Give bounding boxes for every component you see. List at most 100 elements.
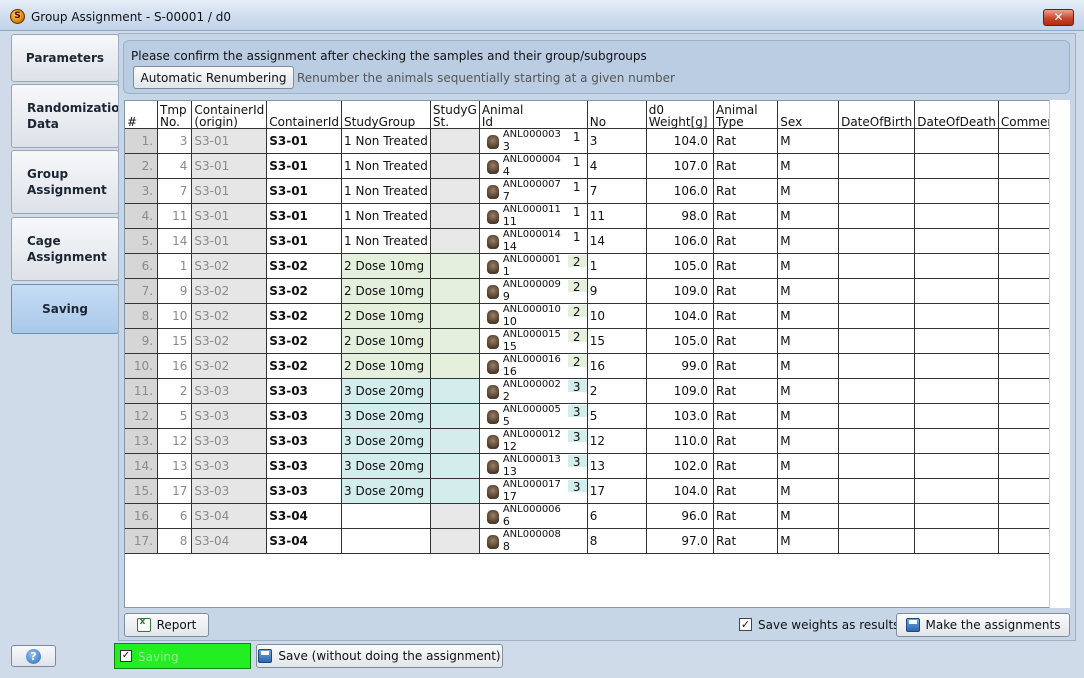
no-cell[interactable]: 13 bbox=[587, 453, 647, 479]
no-cell[interactable]: 15 bbox=[587, 328, 647, 354]
sex-cell[interactable]: M bbox=[777, 428, 840, 454]
no-cell[interactable]: 10 bbox=[587, 303, 647, 329]
sex-cell[interactable]: M bbox=[777, 528, 840, 554]
study-group-cell[interactable]: 3 Dose 20mg bbox=[341, 403, 431, 429]
table-row[interactable]: 9. 15 S3-02 S3-02 2 Dose 10mg ANL000015 15 2 15 1… bbox=[125, 328, 1069, 354]
weight-cell[interactable]: 107.0 bbox=[646, 153, 715, 179]
date-of-death-cell[interactable] bbox=[914, 203, 999, 229]
weight-cell[interactable]: 106.0 bbox=[646, 178, 715, 204]
date-of-birth-cell[interactable] bbox=[838, 378, 916, 404]
container-id-cell[interactable]: S3-03 bbox=[266, 453, 343, 479]
weight-cell[interactable]: 105.0 bbox=[646, 328, 715, 354]
date-of-birth-cell[interactable] bbox=[838, 428, 916, 454]
automatic-renumbering-button[interactable]: Automatic Renumbering bbox=[133, 66, 294, 89]
weight-cell[interactable]: 99.0 bbox=[646, 353, 715, 379]
study-group-cell[interactable]: 2 Dose 10mg bbox=[341, 353, 431, 379]
no-cell[interactable]: 4 bbox=[587, 153, 647, 179]
container-id-cell[interactable]: S3-03 bbox=[266, 428, 343, 454]
no-cell[interactable]: 11 bbox=[587, 203, 647, 229]
table-row[interactable]: 2. 4 S3-01 S3-01 1 Non Treated ANL000004 4 1 4 10… bbox=[125, 153, 1069, 179]
animal-type-cell[interactable]: Rat bbox=[713, 153, 779, 179]
animal-type-cell[interactable]: Rat bbox=[713, 403, 779, 429]
study-group-cell[interactable]: 1 Non Treated bbox=[341, 203, 431, 229]
col-header-tmp-no[interactable]: Tmp No. bbox=[157, 101, 193, 129]
sex-cell[interactable]: M bbox=[777, 278, 840, 304]
animal-id-cell[interactable]: ANL000011 11 1 bbox=[479, 203, 588, 229]
col-header-sex[interactable]: Sex bbox=[777, 101, 840, 129]
no-cell[interactable]: 14 bbox=[587, 228, 647, 254]
date-of-death-cell[interactable] bbox=[914, 403, 999, 429]
col-header-date-of-death[interactable]: DateOfDeath bbox=[914, 101, 999, 129]
date-of-death-cell[interactable] bbox=[914, 378, 999, 404]
container-id-cell[interactable]: S3-01 bbox=[266, 178, 343, 204]
animal-type-cell[interactable]: Rat bbox=[713, 303, 779, 329]
no-cell[interactable]: 8 bbox=[587, 528, 647, 554]
table-row[interactable]: 5. 14 S3-01 S3-01 1 Non Treated ANL000014 14 1 1… bbox=[125, 228, 1069, 254]
date-of-birth-cell[interactable] bbox=[838, 178, 916, 204]
weight-cell[interactable]: 109.0 bbox=[646, 278, 715, 304]
animal-id-cell[interactable]: ANL000002 2 3 bbox=[479, 378, 588, 404]
date-of-birth-cell[interactable] bbox=[838, 228, 916, 254]
col-header-container-id[interactable]: ContainerId bbox=[266, 101, 343, 129]
container-id-cell[interactable]: S3-02 bbox=[266, 253, 343, 279]
table-row[interactable]: 11. 2 S3-03 S3-03 3 Dose 20mg ANL000002 2 3 2 109… bbox=[125, 378, 1069, 404]
date-of-death-cell[interactable] bbox=[914, 478, 999, 504]
animal-id-cell[interactable]: ANL000016 16 2 bbox=[479, 353, 588, 379]
sex-cell[interactable]: M bbox=[777, 353, 840, 379]
no-cell[interactable]: 3 bbox=[587, 128, 647, 154]
table-row[interactable]: 13. 12 S3-03 S3-03 3 Dose 20mg ANL000012 12 3 12… bbox=[125, 428, 1069, 454]
col-header-animal-type[interactable]: Animal Type bbox=[713, 101, 779, 129]
table-row[interactable]: 14. 13 S3-03 S3-03 3 Dose 20mg ANL000013 13 3 13… bbox=[125, 453, 1069, 479]
container-id-cell[interactable]: S3-02 bbox=[266, 303, 343, 329]
animal-type-cell[interactable]: Rat bbox=[713, 228, 779, 254]
animal-type-cell[interactable]: Rat bbox=[713, 428, 779, 454]
status-checkbox[interactable]: ✓ bbox=[120, 650, 132, 662]
save-weights-checkbox[interactable]: ✓ bbox=[739, 618, 752, 631]
date-of-birth-cell[interactable] bbox=[838, 503, 916, 529]
animal-id-cell[interactable]: ANL000013 13 3 bbox=[479, 453, 588, 479]
table-row[interactable]: 17. 8 S3-04 S3-04 ANL000008 8 8 97.0 Rat M bbox=[125, 528, 1069, 554]
tab-group-assignment[interactable]: Group Assignment bbox=[11, 150, 119, 214]
sex-cell[interactable]: M bbox=[777, 328, 840, 354]
weight-cell[interactable]: 98.0 bbox=[646, 203, 715, 229]
animal-id-cell[interactable]: ANL000015 15 2 bbox=[479, 328, 588, 354]
sex-cell[interactable]: M bbox=[777, 178, 840, 204]
sex-cell[interactable]: M bbox=[777, 453, 840, 479]
no-cell[interactable]: 16 bbox=[587, 353, 647, 379]
animal-type-cell[interactable]: Rat bbox=[713, 328, 779, 354]
study-group-cell[interactable]: 2 Dose 10mg bbox=[341, 278, 431, 304]
col-header-index[interactable]: # bbox=[125, 101, 159, 129]
animal-type-cell[interactable]: Rat bbox=[713, 478, 779, 504]
animal-type-cell[interactable]: Rat bbox=[713, 203, 779, 229]
animal-id-cell[interactable]: ANL000006 6 bbox=[479, 503, 588, 529]
animal-type-cell[interactable]: Rat bbox=[713, 453, 779, 479]
animal-id-cell[interactable]: ANL000017 17 3 bbox=[479, 478, 588, 504]
study-group-cell[interactable]: 3 Dose 20mg bbox=[341, 428, 431, 454]
table-row[interactable]: 6. 1 S3-02 S3-02 2 Dose 10mg ANL000001 1 2 1 105.… bbox=[125, 253, 1069, 279]
col-header-weight[interactable]: d0 Weight[g] bbox=[646, 101, 715, 129]
date-of-death-cell[interactable] bbox=[914, 353, 999, 379]
study-group-cell[interactable]: 1 Non Treated bbox=[341, 228, 431, 254]
animal-id-cell[interactable]: ANL000012 12 3 bbox=[479, 428, 588, 454]
save-without-assignment-button[interactable]: Save (without doing the assignment) bbox=[256, 644, 503, 668]
sex-cell[interactable]: M bbox=[777, 228, 840, 254]
tab-parameters[interactable]: Parameters bbox=[11, 34, 119, 82]
study-group-cell[interactable]: 3 Dose 20mg bbox=[341, 453, 431, 479]
animal-id-cell[interactable]: ANL000001 1 2 bbox=[479, 253, 588, 279]
study-group-cell[interactable]: 1 Non Treated bbox=[341, 153, 431, 179]
animal-type-cell[interactable]: Rat bbox=[713, 253, 779, 279]
weight-cell[interactable]: 105.0 bbox=[646, 253, 715, 279]
study-group-cell[interactable] bbox=[341, 503, 431, 529]
container-id-cell[interactable]: S3-04 bbox=[266, 528, 343, 554]
animal-id-cell[interactable]: ANL000005 5 3 bbox=[479, 403, 588, 429]
make-assignments-button[interactable]: Make the assignments bbox=[896, 613, 1070, 637]
date-of-death-cell[interactable] bbox=[914, 178, 999, 204]
col-header-study-group-st[interactable]: StudyG St. bbox=[430, 101, 480, 129]
weight-cell[interactable]: 110.0 bbox=[646, 428, 715, 454]
container-id-cell[interactable]: S3-02 bbox=[266, 353, 343, 379]
animal-type-cell[interactable]: Rat bbox=[713, 503, 779, 529]
no-cell[interactable]: 9 bbox=[587, 278, 647, 304]
date-of-death-cell[interactable] bbox=[914, 303, 999, 329]
weight-cell[interactable]: 104.0 bbox=[646, 303, 715, 329]
col-header-container-origin[interactable]: ContainerId (origin) bbox=[191, 101, 268, 129]
